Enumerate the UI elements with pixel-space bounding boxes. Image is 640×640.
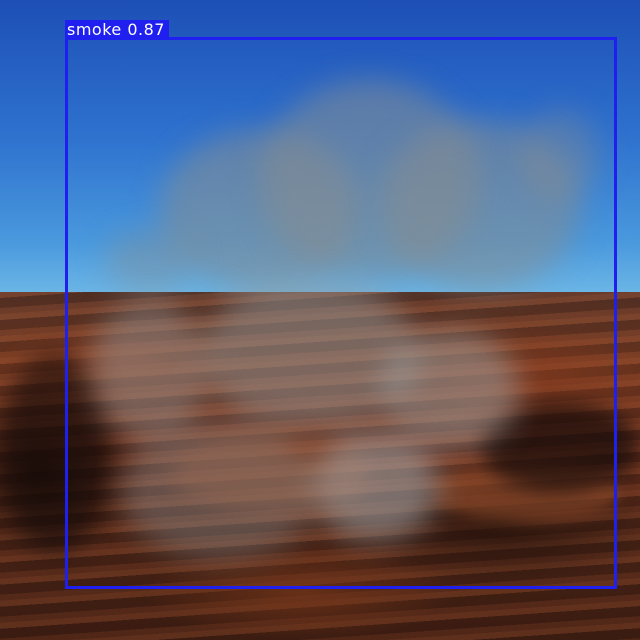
detection-image: smoke 0.87 [0,0,640,640]
detection-label: smoke 0.87 [65,20,169,39]
smoke-bounding-box [65,37,617,589]
